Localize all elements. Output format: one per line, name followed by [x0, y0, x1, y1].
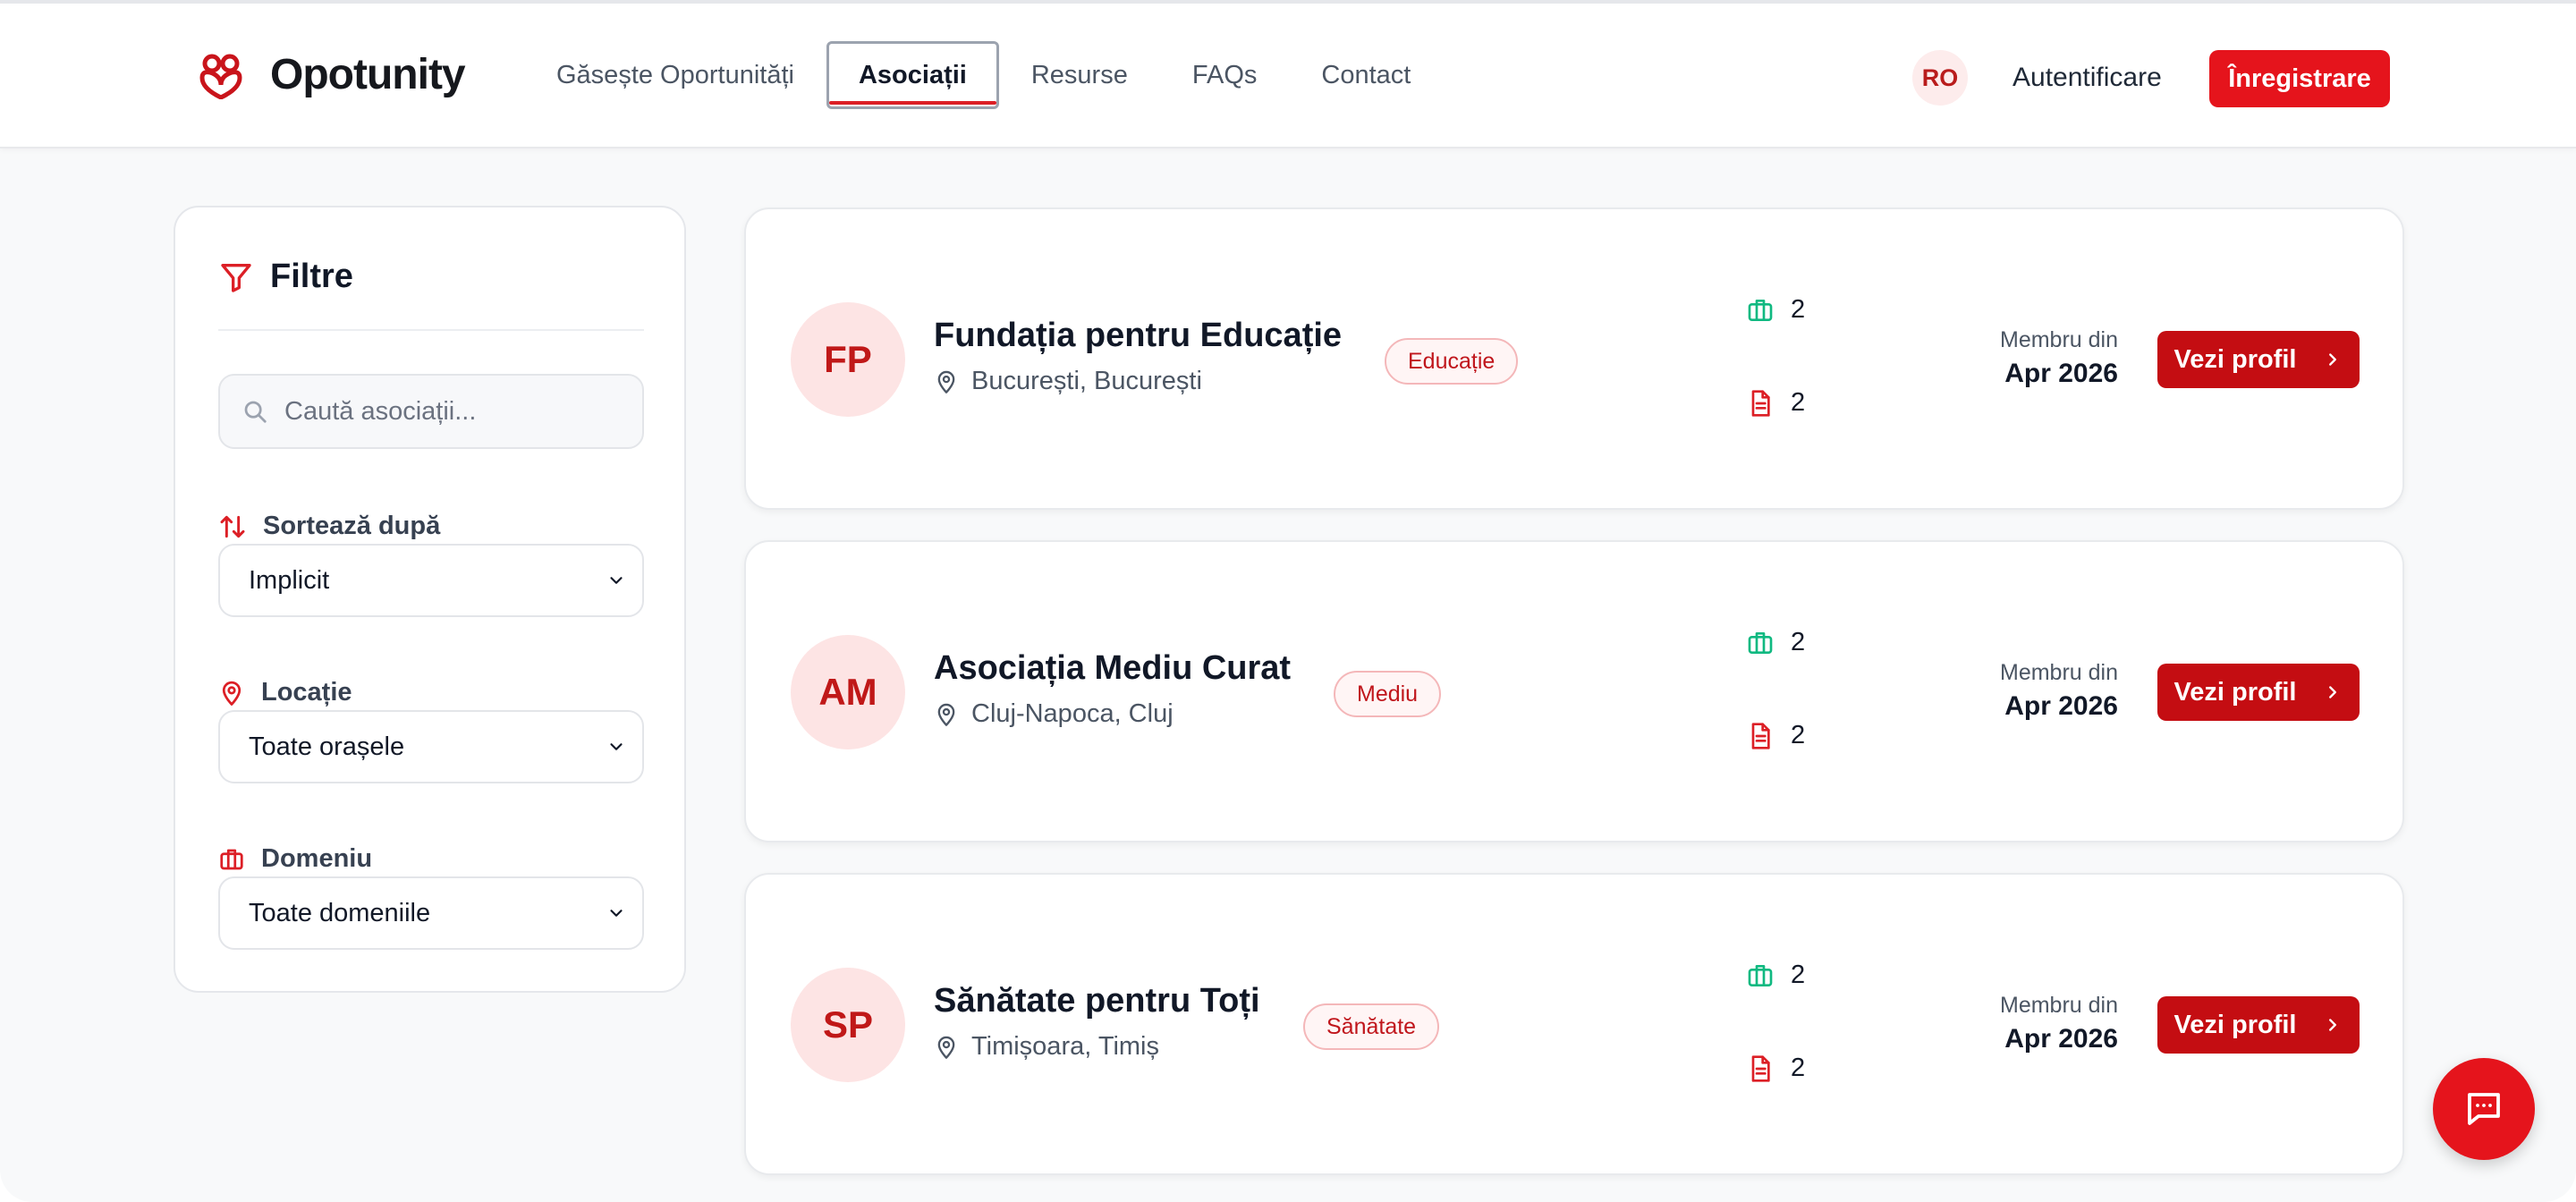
member-since: Membru din Apr 2026	[2000, 327, 2118, 389]
document-icon	[1751, 389, 1770, 417]
domain-label-row: Domeniu	[218, 844, 372, 874]
resources-count: 2	[1746, 721, 1805, 750]
org-avatar: SP	[791, 968, 905, 1082]
chevron-down-icon	[610, 743, 623, 750]
org-location: Timișoara, Timiș	[934, 1032, 1159, 1062]
chevron-down-icon	[610, 910, 623, 917]
location-label: Locație	[261, 678, 352, 707]
location-select[interactable]: Toate orașele	[218, 710, 644, 783]
member-since-date: Apr 2026	[2004, 1024, 2118, 1054]
nav-faqs[interactable]: FAQs	[1160, 41, 1290, 109]
sort-label-row: Sortează după	[218, 512, 440, 541]
main-nav: Găsește Oportunități Asociații Resurse F…	[524, 41, 1443, 109]
briefcase-icon	[1748, 964, 1773, 986]
chevron-right-icon	[2329, 1019, 2337, 1031]
member-since: Membru din Apr 2026	[2000, 993, 2118, 1054]
opportunities-count: 2	[1746, 961, 1805, 990]
briefcase-icon	[1748, 299, 1773, 321]
org-location-text: București, București	[971, 367, 1202, 395]
resources-count-value: 2	[1791, 1054, 1806, 1082]
document-icon	[1751, 1054, 1770, 1082]
filters-title: Filtre	[270, 258, 353, 295]
hearts-logo-icon	[199, 54, 242, 99]
org-avatar: AM	[791, 635, 905, 749]
filters-panel: Filtre Sortează după Implicit Locație	[174, 206, 686, 993]
location-select-value: Toate orașele	[249, 732, 405, 761]
organization-card: SP Sănătate pentru Toți Timișoara, Timiș…	[744, 873, 2404, 1175]
resources-count: 2	[1746, 1054, 1805, 1083]
chevron-right-icon	[2329, 353, 2337, 366]
member-since-label: Membru din	[2000, 993, 2118, 1018]
opportunities-count: 2	[1746, 628, 1805, 657]
org-location: Cluj-Napoca, Cluj	[934, 699, 1174, 729]
view-profile-label: Vezi profil	[2174, 677, 2297, 707]
view-profile-label: Vezi profil	[2174, 1010, 2297, 1039]
filter-icon	[221, 263, 251, 292]
filters-divider	[218, 329, 644, 331]
org-category-tag: Mediu	[1334, 671, 1442, 717]
org-name[interactable]: Asociația Mediu Curat	[934, 649, 1291, 688]
nav-gaseste-oportunitati[interactable]: Găsește Oportunități	[524, 41, 826, 109]
org-location: București, București	[934, 367, 1202, 396]
sort-label: Sortează după	[263, 512, 441, 540]
nav-asociatii[interactable]: Asociații	[826, 41, 999, 109]
chat-button[interactable]	[2433, 1058, 2535, 1160]
org-name[interactable]: Sănătate pentru Toți	[934, 982, 1260, 1020]
search-icon	[244, 401, 267, 423]
resources-count-value: 2	[1791, 388, 1806, 417]
opportunities-count-value: 2	[1791, 295, 1806, 324]
app-frame: Opotunity Găsește Oportunități Asociații…	[0, 0, 2576, 1202]
view-profile-button[interactable]: Vezi profil	[2157, 331, 2360, 388]
domain-label: Domeniu	[261, 844, 373, 873]
resources-count: 2	[1746, 388, 1805, 418]
resources-count-value: 2	[1791, 721, 1806, 749]
map-pin-icon	[222, 681, 242, 706]
chevron-right-icon	[2329, 686, 2337, 698]
language-switch[interactable]: RO	[1912, 50, 1968, 106]
search-box[interactable]	[218, 374, 644, 449]
member-since-label: Membru din	[2000, 660, 2118, 685]
briefcase-icon	[220, 849, 243, 869]
member-since: Membru din Apr 2026	[2000, 660, 2118, 722]
sort-select-value: Implicit	[249, 565, 330, 595]
view-profile-label: Vezi profil	[2174, 344, 2297, 374]
map-pin-icon	[937, 370, 955, 394]
organization-card: AM Asociația Mediu Curat Cluj-Napoca, Cl…	[744, 540, 2404, 842]
nav-resurse[interactable]: Resurse	[999, 41, 1160, 109]
domain-select-value: Toate domeniile	[249, 898, 431, 927]
chevron-down-icon	[610, 577, 623, 584]
location-label-row: Locație	[218, 678, 352, 707]
filters-header: Filtre	[218, 258, 353, 296]
domain-select[interactable]: Toate domeniile	[218, 876, 644, 950]
login-link[interactable]: Autentificare	[2012, 63, 2162, 93]
document-icon	[1751, 722, 1770, 749]
brand-name: Opotunity	[270, 51, 466, 98]
org-location-text: Timișoara, Timiș	[971, 1032, 1159, 1061]
member-since-date: Apr 2026	[2004, 359, 2118, 388]
member-since-label: Membru din	[2000, 327, 2118, 352]
chat-icon	[2468, 1093, 2500, 1125]
register-button[interactable]: Înregistrare	[2209, 50, 2390, 107]
member-since-date: Apr 2026	[2004, 691, 2118, 721]
map-pin-icon	[937, 1036, 955, 1059]
sort-arrows-icon	[220, 515, 245, 538]
org-category-tag: Educație	[1385, 338, 1519, 385]
search-input[interactable]	[284, 396, 624, 427]
nav-contact[interactable]: Contact	[1289, 41, 1443, 109]
org-location-text: Cluj-Napoca, Cluj	[971, 699, 1174, 728]
briefcase-icon	[1748, 631, 1773, 654]
organization-card: FP Fundația pentru Educație București, B…	[744, 207, 2404, 510]
org-avatar: FP	[791, 302, 905, 417]
view-profile-button[interactable]: Vezi profil	[2157, 664, 2360, 721]
opportunities-count: 2	[1746, 295, 1805, 325]
opportunities-count-value: 2	[1791, 628, 1806, 656]
sort-select[interactable]: Implicit	[218, 544, 644, 617]
org-name[interactable]: Fundația pentru Educație	[934, 317, 1342, 355]
opportunities-count-value: 2	[1791, 961, 1806, 989]
map-pin-icon	[937, 703, 955, 726]
org-category-tag: Sănătate	[1303, 1003, 1440, 1050]
brand-logo[interactable]: Opotunity	[197, 50, 466, 99]
view-profile-button[interactable]: Vezi profil	[2157, 996, 2360, 1054]
top-navbar: Opotunity Găsește Oportunități Asociații…	[0, 0, 2576, 148]
